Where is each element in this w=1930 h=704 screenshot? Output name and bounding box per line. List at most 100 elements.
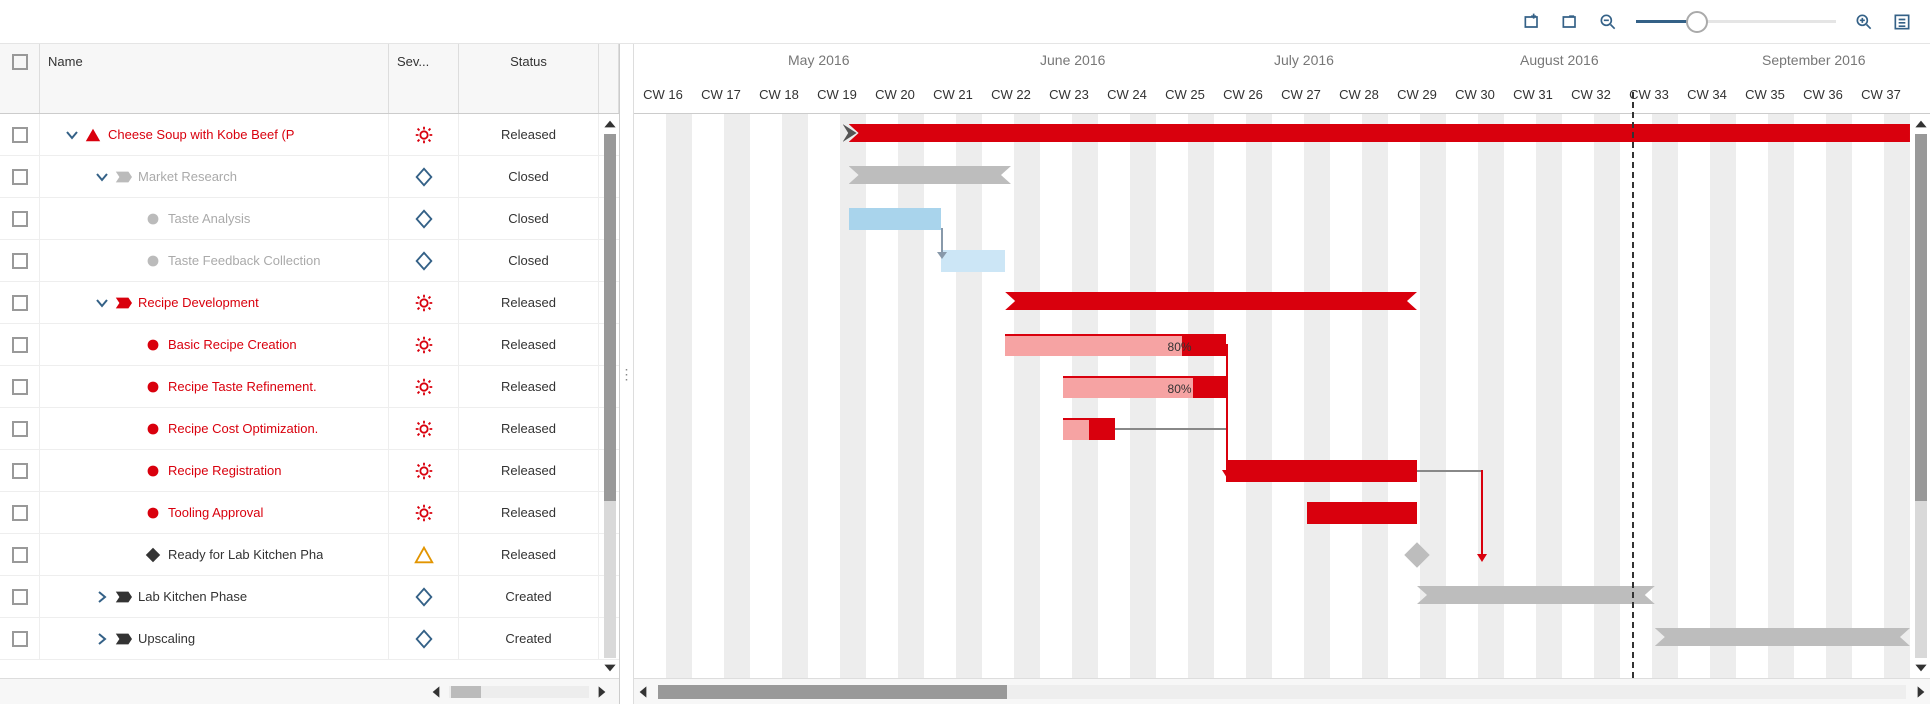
scroll-down-icon[interactable] <box>601 658 619 678</box>
row-checkbox[interactable] <box>12 379 28 395</box>
grip-icon: ⋮ <box>620 366 634 383</box>
severity-icon <box>389 114 459 155</box>
zoom-slider-thumb[interactable] <box>1686 11 1708 33</box>
row-checkbox[interactable] <box>12 253 28 269</box>
row-type-icon <box>144 462 162 480</box>
scroll-up-icon[interactable] <box>601 114 619 134</box>
row-label: Taste Analysis <box>168 211 250 226</box>
scroll-up-icon[interactable] <box>1912 114 1930 134</box>
table-row[interactable]: Taste Feedback Collection Closed <box>0 240 619 282</box>
row-label: Basic Recipe Creation <box>168 337 297 352</box>
gantt-body[interactable]: 80% 80% <box>634 114 1930 678</box>
row-checkbox[interactable] <box>12 421 28 437</box>
scroll-right-icon[interactable] <box>1912 683 1930 701</box>
row-checkbox[interactable] <box>12 127 28 143</box>
expander-icon[interactable] <box>94 169 110 185</box>
expander-icon[interactable] <box>64 127 80 143</box>
scroll-left-icon[interactable] <box>634 683 652 701</box>
row-checkbox[interactable] <box>12 211 28 227</box>
zoom-slider[interactable] <box>1636 12 1836 32</box>
row-label: Taste Feedback Collection <box>168 253 320 268</box>
status-cell: Released <box>459 408 599 449</box>
progress-label: 80% <box>1168 378 1192 400</box>
row-checkbox[interactable] <box>12 505 28 521</box>
week-label: CW 27 <box>1272 87 1330 102</box>
task-bar[interactable] <box>849 208 942 230</box>
row-label: Upscaling <box>138 631 195 646</box>
week-label: CW 19 <box>808 87 866 102</box>
splitter[interactable]: ⋮ <box>620 44 634 704</box>
expander-icon[interactable] <box>94 295 110 311</box>
table-row[interactable]: Recipe Taste Refinement. Released <box>0 366 619 408</box>
row-checkbox[interactable] <box>12 631 28 647</box>
status-cell: Created <box>459 576 599 617</box>
legend-icon[interactable] <box>1892 12 1912 32</box>
select-all-checkbox[interactable] <box>12 54 28 70</box>
row-checkbox[interactable] <box>12 463 28 479</box>
summary-bar[interactable] <box>1417 586 1655 604</box>
header-status[interactable]: Status <box>459 44 599 113</box>
scroll-right-icon[interactable] <box>593 683 611 701</box>
severity-icon <box>389 492 459 533</box>
zoom-in-icon[interactable] <box>1854 12 1874 32</box>
task-bar[interactable] <box>941 250 1005 272</box>
scroll-down-icon[interactable] <box>1912 658 1930 678</box>
table-row[interactable]: Market Research Closed <box>0 156 619 198</box>
remove-panel-icon[interactable] <box>1560 12 1580 32</box>
scroll-left-icon[interactable] <box>427 683 445 701</box>
row-checkbox[interactable] <box>12 295 28 311</box>
tree-panel: Name Sev... Status Cheese Soup with Kobe… <box>0 44 620 704</box>
row-type-icon <box>144 378 162 396</box>
task-bar[interactable]: 80% <box>1063 376 1225 398</box>
table-row[interactable]: Recipe Cost Optimization. Released <box>0 408 619 450</box>
header-sev[interactable]: Sev... <box>389 44 459 113</box>
summary-bar[interactable] <box>849 124 1910 142</box>
tree-vscroll[interactable] <box>601 114 619 678</box>
severity-icon <box>389 534 459 575</box>
row-label: Ready for Lab Kitchen Pha <box>168 547 323 562</box>
row-type-icon <box>114 630 132 648</box>
table-row[interactable]: Cheese Soup with Kobe Beef (P Released <box>0 114 619 156</box>
milestone-icon[interactable] <box>1404 542 1429 567</box>
table-row[interactable]: Recipe Registration Released <box>0 450 619 492</box>
summary-bar[interactable] <box>1005 292 1417 310</box>
task-bar[interactable] <box>1307 502 1417 524</box>
status-cell: Released <box>459 324 599 365</box>
summary-bar[interactable] <box>849 166 1011 184</box>
week-label: CW 23 <box>1040 87 1098 102</box>
week-label: CW 37 <box>1852 87 1910 102</box>
gantt-vscroll[interactable] <box>1912 114 1930 678</box>
header-name[interactable]: Name <box>40 44 389 113</box>
expander-icon <box>124 547 140 563</box>
summary-bar[interactable] <box>1655 628 1910 646</box>
zoom-out-icon[interactable] <box>1598 12 1618 32</box>
row-type-icon <box>144 504 162 522</box>
task-bar[interactable] <box>1226 460 1417 482</box>
table-row[interactable]: Lab Kitchen Phase Created <box>0 576 619 618</box>
row-checkbox[interactable] <box>12 337 28 353</box>
tree-hscroll[interactable] <box>0 678 619 704</box>
month-label: May 2016 <box>788 52 849 68</box>
expander-icon[interactable] <box>94 631 110 647</box>
timeline-header: May 2016June 2016July 2016August 2016Sep… <box>634 44 1930 114</box>
table-row[interactable]: Ready for Lab Kitchen Pha Released <box>0 534 619 576</box>
row-type-icon <box>144 210 162 228</box>
table-row[interactable]: Tooling Approval Released <box>0 492 619 534</box>
task-bar[interactable]: 80% <box>1005 334 1225 356</box>
gantt-hscroll[interactable] <box>634 678 1930 704</box>
add-panel-icon[interactable] <box>1522 12 1542 32</box>
table-row[interactable]: Basic Recipe Creation Released <box>0 324 619 366</box>
severity-icon <box>389 156 459 197</box>
table-row[interactable]: Taste Analysis Closed <box>0 198 619 240</box>
row-checkbox[interactable] <box>12 169 28 185</box>
expander-icon[interactable] <box>94 589 110 605</box>
row-type-icon <box>114 294 132 312</box>
month-label: July 2016 <box>1274 52 1334 68</box>
row-checkbox[interactable] <box>12 589 28 605</box>
table-row[interactable]: Recipe Development Released <box>0 282 619 324</box>
month-label: August 2016 <box>1520 52 1599 68</box>
severity-icon <box>389 408 459 449</box>
row-checkbox[interactable] <box>12 547 28 563</box>
task-bar[interactable] <box>1063 418 1115 440</box>
table-row[interactable]: Upscaling Created <box>0 618 619 660</box>
